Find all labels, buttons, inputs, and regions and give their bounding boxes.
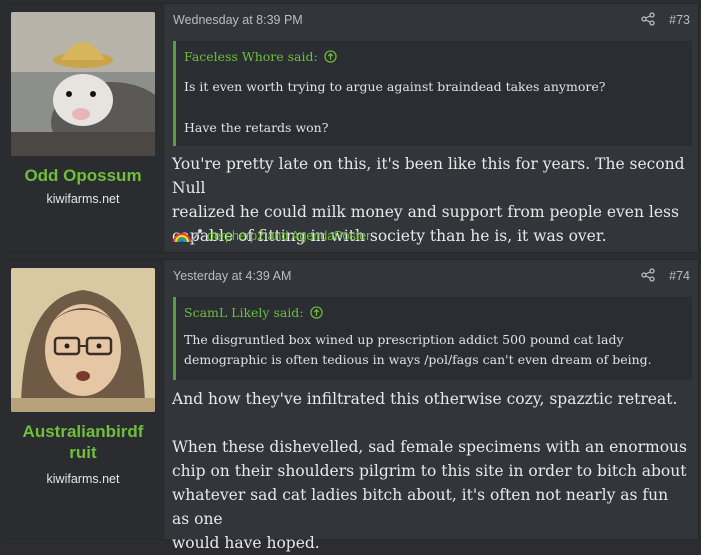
user-panel: Odd Opossum kiwifarms.net [3,4,164,252]
autism-icon [190,229,202,243]
arrow-up-circle-icon[interactable] [309,306,323,319]
body-line: chip on their shoulders pilgrim to this … [172,462,687,480]
user-site: kiwifarms.net [46,472,120,486]
quote-author-label[interactable]: Faceless Whore said: [184,49,318,64]
quote-line: The disgruntled box wined up prescriptio… [184,332,624,347]
username-line[interactable]: ruit [3,442,163,463]
quote-line: Is it even worth trying to argue against… [184,79,606,94]
arrow-up-circle-icon[interactable] [324,50,337,63]
post-date[interactable]: Yesterday at 4:39 AM [173,269,291,283]
user-site: kiwifarms.net [46,192,120,206]
username[interactable]: Australianbirdf ruit [3,421,163,463]
body-line: You're pretty late on this, it's been li… [172,155,685,197]
body-line: And how they've infiltrated this otherwi… [172,390,678,408]
post-number[interactable]: #74 [669,269,690,283]
body-line: When these dishevelled, sad female speci… [172,438,687,456]
post-meta: Yesterday at 4:39 AM #74 [173,260,698,292]
post-body: And how they've infiltrated this otherwi… [172,387,690,555]
quote-line: Have the retards won? [184,120,329,135]
avatar[interactable] [11,268,155,412]
quote-block: Faceless Whore said: Is it even worth tr… [173,41,692,146]
quote-author[interactable]: ScamL Likely said: [184,305,323,320]
quote-block: ScamL Likely said: The disgruntled box w… [173,297,692,380]
user-panel: Australianbirdf ruit kiwifarms.net [3,260,164,539]
username[interactable]: Odd Opossum [3,165,163,186]
post-73: Odd Opossum kiwifarms.net Wednesday at 8… [2,3,699,253]
reactions-users[interactable]: derpherp2 and AgendaPoster [207,229,370,243]
post-number[interactable]: #73 [669,13,690,27]
username-line[interactable]: Australianbirdf [3,421,163,442]
share-icon[interactable] [641,268,655,282]
avatar[interactable] [11,12,155,156]
body-line: realized he could milk money and support… [172,203,679,221]
reaction-icons [173,229,202,243]
post-date[interactable]: Wednesday at 8:39 PM [173,13,303,27]
body-line: would have hoped. [172,534,320,552]
reactions-bar[interactable]: derpherp2 and AgendaPoster [173,228,370,244]
quote-author[interactable]: Faceless Whore said: [184,49,337,64]
quote-line: demographic is often tedious in ways /po… [184,352,652,367]
post-74: Australianbirdf ruit kiwifarms.net Yeste… [2,259,699,552]
rainbow-icon [173,233,191,243]
body-line: whatever sad cat ladies bitch about, it'… [172,486,669,528]
share-icon[interactable] [641,12,655,26]
post-meta: Wednesday at 8:39 PM #73 [173,4,698,36]
quote-author-label[interactable]: ScamL Likely said: [184,305,304,320]
